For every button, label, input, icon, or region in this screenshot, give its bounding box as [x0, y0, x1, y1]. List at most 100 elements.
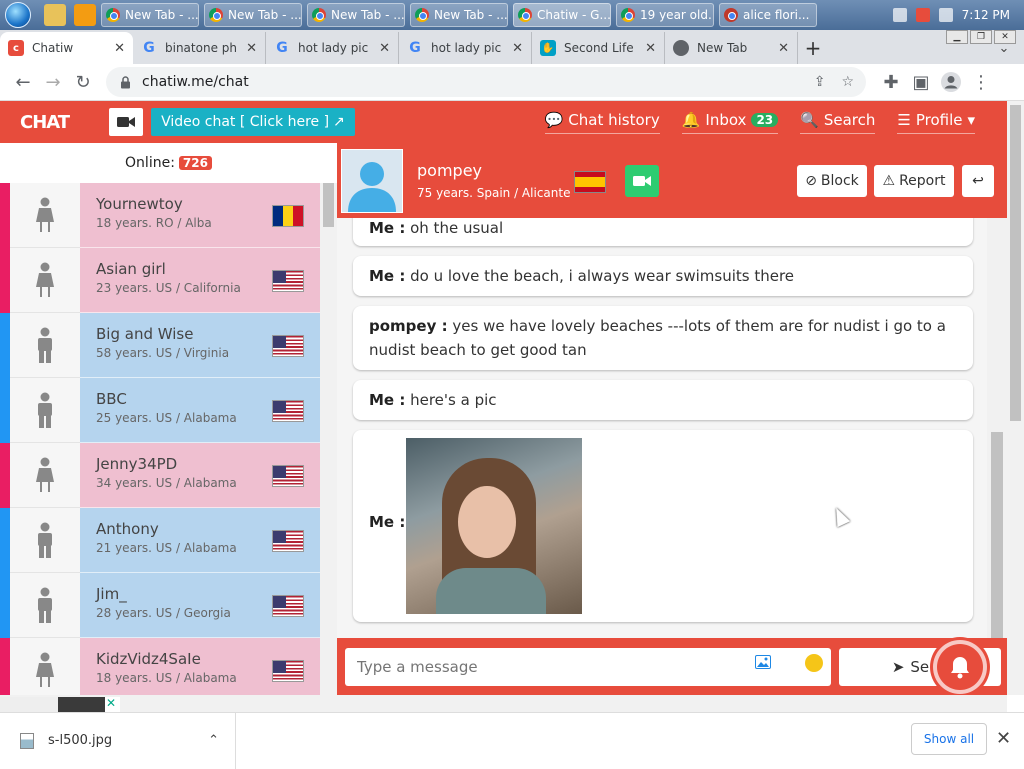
video-chat-button[interactable]: Video chat [ Click here ] ↗ [151, 108, 355, 136]
block-button[interactable]: ⊘ Block [797, 165, 867, 197]
clock[interactable]: 7:12 PM [962, 8, 1010, 22]
photo-face [458, 486, 516, 558]
user-card[interactable]: Asian girl 23 years. US / California [80, 248, 320, 313]
send-image-icon[interactable] [755, 655, 771, 669]
tab-binatone[interactable]: G binatone ph ✕ [133, 32, 266, 64]
partner-meta: 75 years. Spain / Alicante [417, 186, 571, 200]
user-card[interactable]: Yournewtoy 18 years. RO / Alba [80, 183, 320, 248]
gender-stripe [0, 378, 10, 443]
partner-video-call-button[interactable] [625, 165, 659, 197]
user-card[interactable]: Jim_ 28 years. US / Georgia [80, 573, 320, 638]
horizontal-scrollbar[interactable] [0, 695, 1007, 712]
close-tab-icon[interactable]: ✕ [379, 41, 390, 56]
close-tab-icon[interactable]: ✕ [512, 41, 523, 56]
extensions-icon[interactable]: ✚ [876, 67, 906, 97]
partner-name[interactable]: pompey [417, 161, 570, 180]
tab-second-life[interactable]: ✋ Second Life ✕ [532, 32, 665, 64]
back-button[interactable]: ← [8, 67, 38, 97]
user-list-item[interactable]: KidzVidz4SaIe 18 years. US / Alabama [0, 638, 337, 695]
taskbar-task-0[interactable]: New Tab - ... [101, 3, 199, 27]
reload-button[interactable]: ↻ [68, 67, 98, 97]
volume-icon[interactable] [938, 8, 953, 22]
tab-chatiw[interactable]: c Chatiw ✕ [0, 32, 133, 64]
user-card[interactable]: Jenny34PD 34 years. US / Alabama [80, 443, 320, 508]
profile-menu[interactable]: ☰ Profile ▾ [897, 111, 975, 134]
close-downloads-icon[interactable]: ✕ [996, 728, 1011, 749]
report-button[interactable]: ⚠ Report [874, 165, 954, 197]
user-list-item[interactable]: Asian girl 23 years. US / California [0, 248, 337, 313]
taskbar-task-2[interactable]: New Tab - ... [307, 3, 405, 27]
search-link[interactable]: 🔍 Search [800, 111, 876, 134]
user-list-item[interactable]: Big and Wise 58 years. US / Virginia [0, 313, 337, 378]
restore-button[interactable]: ❐ [970, 30, 992, 44]
user-list-item[interactable]: Jenny34PD 34 years. US / Alabama [0, 443, 337, 508]
close-window-button[interactable]: ✕ [994, 30, 1016, 44]
security-alert-icon[interactable] [915, 8, 930, 22]
taskbar-task-5[interactable]: 19 year old... [616, 3, 714, 27]
show-all-downloads-button[interactable]: Show all [911, 723, 987, 755]
share-icon[interactable]: ⇪ [814, 74, 826, 90]
close-thumbnail-icon[interactable]: ✕ [106, 696, 116, 710]
chatiw-favicon-icon: c [8, 40, 24, 56]
chat-history-link[interactable]: 💬 Chat history [544, 111, 660, 134]
user-list-item[interactable]: Yournewtoy 18 years. RO / Alba [0, 183, 337, 248]
message-item: Me : do u love the beach, i always wear … [353, 256, 973, 296]
profile-avatar-icon[interactable] [936, 67, 966, 97]
minimize-button[interactable]: ▁ [946, 30, 968, 44]
user-list-item[interactable]: Jim_ 28 years. US / Georgia [0, 573, 337, 638]
chrome-menu-icon[interactable]: ⋮ [966, 67, 996, 97]
download-item[interactable]: s-l500.jpg ⌃ [0, 712, 236, 769]
new-tab-button[interactable]: + [798, 32, 828, 64]
exit-chat-button[interactable]: ↩ [962, 165, 994, 197]
side-panel-icon[interactable]: ▣ [906, 67, 936, 97]
user-list-item[interactable]: Anthony 21 years. US / Alabama [0, 508, 337, 573]
network-icon[interactable] [892, 8, 907, 22]
inbox-link[interactable]: 🔔 Inbox 23 [681, 111, 779, 134]
message-list[interactable]: Me : oh the usual Me : do u love the bea… [337, 218, 987, 638]
chat-scroll-thumb[interactable] [991, 432, 1003, 638]
url-text[interactable]: chatiw.me/chat [142, 74, 249, 90]
notification-bell-button[interactable] [933, 640, 987, 694]
lock-icon[interactable] [118, 75, 132, 89]
message-composer: ➤ Send [337, 638, 1007, 695]
address-bar[interactable]: chatiw.me/chat ⇪ ☆ [106, 67, 866, 97]
user-card[interactable]: Anthony 21 years. US / Alabama [80, 508, 320, 573]
chrome-icon [312, 8, 326, 22]
shared-photo[interactable] [406, 438, 582, 614]
user-silhouette-icon [10, 638, 80, 695]
media-player-icon[interactable] [74, 4, 96, 26]
emoji-icon[interactable] [805, 654, 823, 672]
sidebar-scrollbar[interactable] [320, 183, 337, 695]
taskbar-task-6[interactable]: alice flori... [719, 3, 817, 27]
close-tab-icon[interactable]: ✕ [114, 41, 125, 56]
partner-avatar[interactable] [341, 148, 403, 213]
file-explorer-icon[interactable] [44, 4, 66, 26]
usa-flag-icon [272, 465, 304, 487]
tab-hot-lady-1[interactable]: G hot lady pic ✕ [266, 32, 399, 64]
user-list-item[interactable]: BBC 25 years. US / Alabama [0, 378, 337, 443]
page-scroll-thumb[interactable] [1010, 105, 1021, 421]
notification-thumbnail[interactable] [0, 697, 120, 712]
close-tab-icon[interactable]: ✕ [645, 41, 656, 56]
taskbar-task-4[interactable]: Chatiw - G... [513, 3, 611, 27]
user-card[interactable]: Big and Wise 58 years. US / Virginia [80, 313, 320, 378]
taskbar-task-3[interactable]: New Tab - ... [410, 3, 508, 27]
page-scrollbar[interactable] [1007, 101, 1024, 695]
chevron-up-icon[interactable]: ⌃ [208, 733, 219, 748]
start-button[interactable] [0, 0, 36, 30]
tab-hot-lady-2[interactable]: G hot lady pic ✕ [399, 32, 532, 64]
chatiw-logo[interactable]: CHAT [20, 112, 70, 133]
gender-stripe [0, 443, 10, 508]
taskbar-task-1[interactable]: New Tab - ... [204, 3, 302, 27]
tab-new-tab[interactable]: New Tab ✕ [665, 32, 798, 64]
close-tab-icon[interactable]: ✕ [778, 41, 789, 56]
forward-button[interactable]: → [38, 67, 68, 97]
windows-logo-icon [5, 2, 31, 28]
sidebar-scroll-thumb[interactable] [323, 183, 334, 227]
chat-scrollbar[interactable] [987, 218, 1007, 638]
video-camera-button[interactable] [109, 108, 144, 136]
user-card[interactable]: BBC 25 years. US / Alabama [80, 378, 320, 443]
user-card[interactable]: KidzVidz4SaIe 18 years. US / Alabama [80, 638, 320, 695]
close-tab-icon[interactable]: ✕ [246, 41, 257, 56]
bookmark-star-icon[interactable]: ☆ [841, 74, 854, 90]
